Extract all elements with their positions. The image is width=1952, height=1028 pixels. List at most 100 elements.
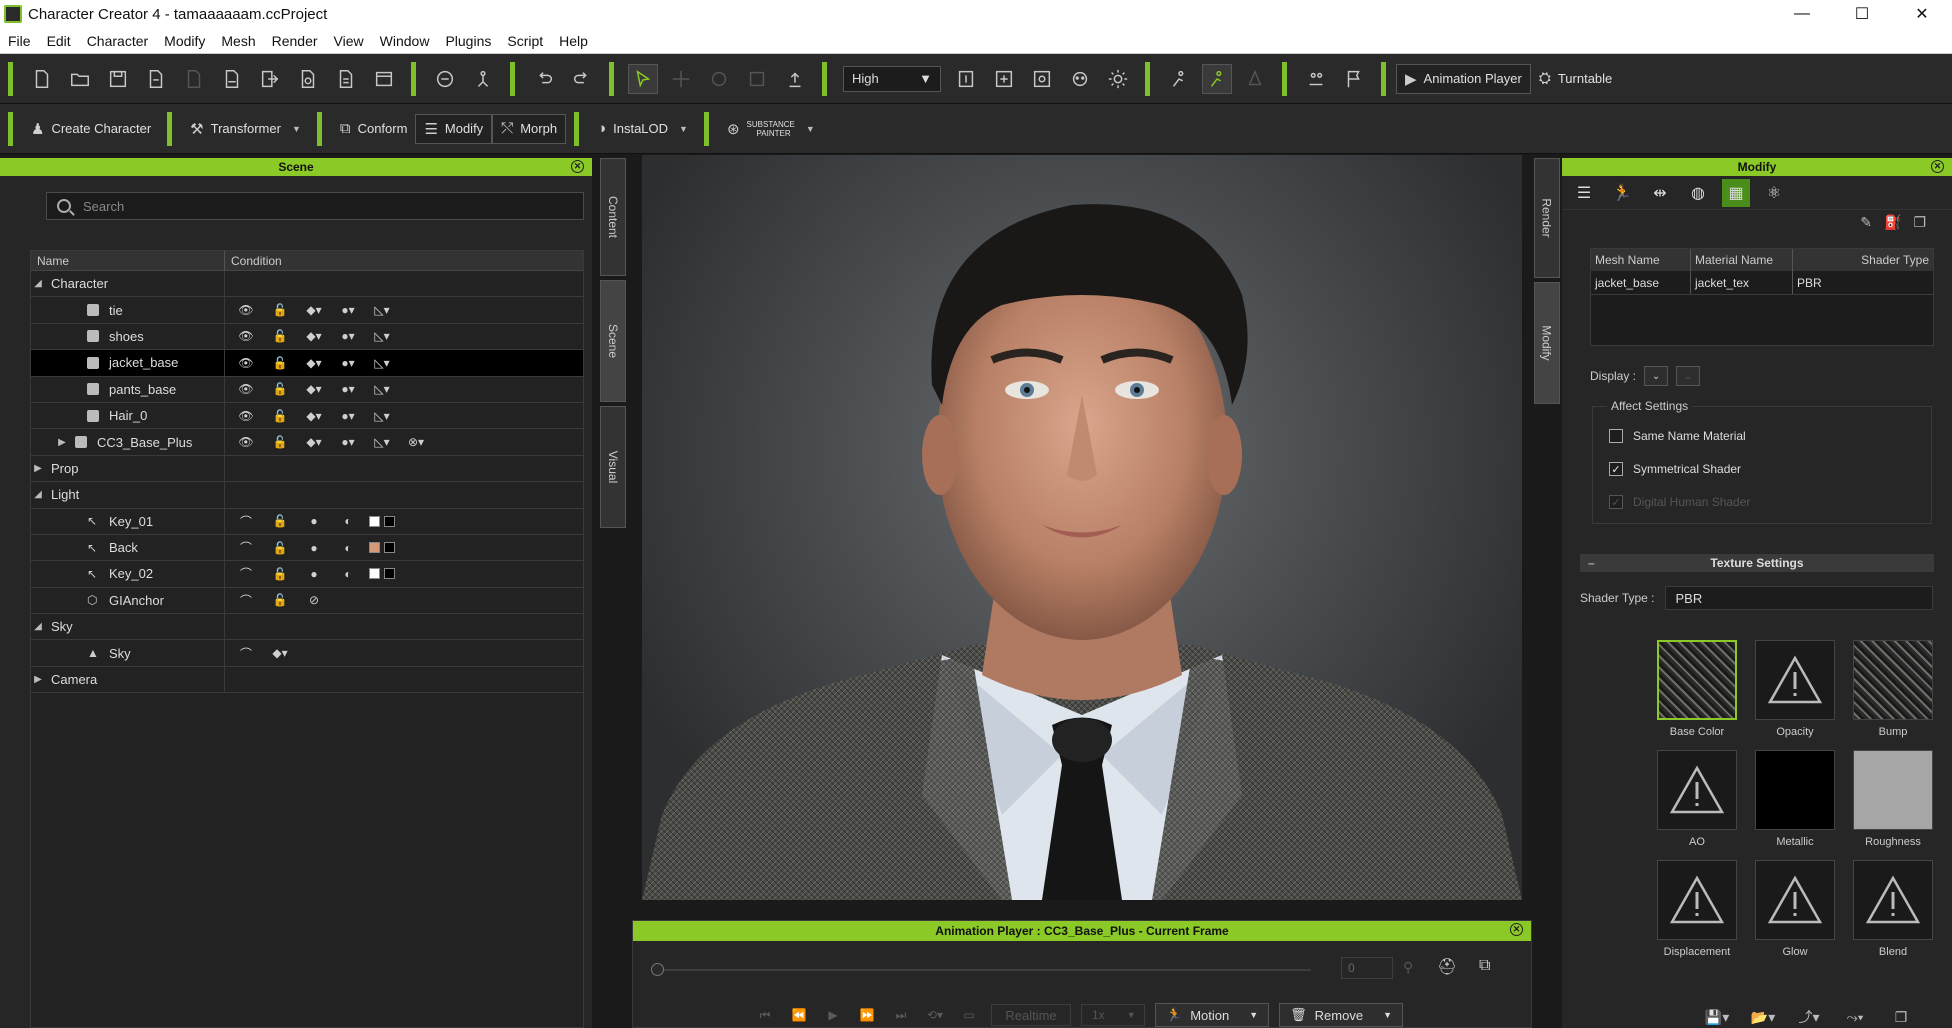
mesh-icon[interactable]: ◺▾ bbox=[365, 379, 399, 399]
collapse-icon[interactable]: ◢ bbox=[31, 621, 45, 632]
lock-icon[interactable]: 🔓 bbox=[263, 406, 297, 426]
appearance-icon[interactable]: ◍ bbox=[1684, 179, 1712, 207]
character-pose-icon[interactable] bbox=[468, 64, 498, 94]
shader-type-header[interactable]: Shader Type bbox=[1793, 249, 1933, 271]
light-on-icon[interactable]: ● bbox=[297, 511, 331, 531]
camera-fit-icon[interactable] bbox=[951, 64, 981, 94]
column-name-header[interactable]: Name bbox=[31, 251, 225, 270]
cube-icon[interactable]: ◆▾ bbox=[297, 406, 331, 426]
lock-icon[interactable]: 🔓 bbox=[263, 538, 297, 558]
skip-end-icon[interactable]: ⏭ bbox=[889, 1008, 913, 1023]
save-texture-icon[interactable]: 💾▾ bbox=[1702, 1006, 1732, 1028]
light-on-icon[interactable]: ● bbox=[297, 538, 331, 558]
mesh-icon[interactable]: ◺▾ bbox=[365, 300, 399, 320]
import-icon[interactable] bbox=[141, 64, 171, 94]
light-color-swatch[interactable] bbox=[365, 538, 399, 558]
eye-icon[interactable]: 👁 bbox=[229, 300, 263, 320]
tab-content[interactable]: Content bbox=[600, 158, 626, 276]
usd-export-icon[interactable] bbox=[217, 64, 247, 94]
instalod-button[interactable]: ◑ InstaLOD ▼ bbox=[589, 114, 696, 144]
texture-thumbnail[interactable] bbox=[1853, 750, 1933, 830]
lock-icon[interactable]: 🔓 bbox=[263, 353, 297, 373]
create-character-button[interactable]: ♟ Create Character bbox=[23, 114, 159, 144]
eye-icon[interactable]: 👁 bbox=[229, 353, 263, 373]
export-texture-icon[interactable]: ⤳▾ bbox=[1840, 1006, 1870, 1028]
tree-row-pants-base[interactable]: pants_base 👁 🔓 ◆▾ ●▾ ◺▾ bbox=[31, 376, 583, 403]
menu-character[interactable]: Character bbox=[79, 33, 156, 49]
maximize-button[interactable]: ☐ bbox=[1832, 0, 1892, 28]
physics-icon[interactable]: ⊗▾ bbox=[399, 432, 433, 452]
tree-row-camera[interactable]: ▶ Camera bbox=[31, 666, 583, 694]
remove-button[interactable]: 🗑 Remove ▼ bbox=[1279, 1003, 1403, 1027]
tree-row-shoes[interactable]: shoes 👁 🔓 ◆▾ ●▾ ◺▾ bbox=[31, 323, 583, 351]
texture-slot[interactable]: AO bbox=[1656, 750, 1738, 848]
expand-icon[interactable]: ▶ bbox=[55, 437, 69, 448]
export-icon[interactable] bbox=[255, 64, 285, 94]
visibility-toggle-icon[interactable]: ⌒ bbox=[229, 511, 263, 531]
texture-thumbnail[interactable] bbox=[1657, 860, 1737, 940]
bone-icon[interactable] bbox=[1240, 64, 1270, 94]
step-back-icon[interactable]: ⏪ bbox=[787, 1008, 811, 1022]
new-file-icon[interactable] bbox=[27, 64, 57, 94]
eyedropper-icon[interactable]: ✎ bbox=[1860, 214, 1872, 231]
3d-viewport[interactable] bbox=[642, 155, 1522, 900]
motion-button[interactable]: 🏃 Motion ▼ bbox=[1155, 1003, 1270, 1027]
rotate-icon[interactable] bbox=[704, 64, 734, 94]
tree-row-cc3-base-plus[interactable]: ▶ CC3_Base_Plus 👁 🔓 ◆▾ ●▾ ◺▾ ⊗▾ bbox=[31, 429, 583, 456]
eye-icon[interactable]: 👁 bbox=[229, 406, 263, 426]
material-checker-icon[interactable]: ▦ bbox=[1722, 178, 1750, 207]
mesh-icon[interactable]: ◺▾ bbox=[365, 432, 399, 452]
minimize-button[interactable]: — bbox=[1772, 0, 1832, 28]
menu-edit[interactable]: Edit bbox=[39, 33, 79, 49]
light-color-swatch[interactable] bbox=[365, 564, 399, 584]
lock-icon[interactable]: 🔓 bbox=[263, 300, 297, 320]
skin-weight-icon[interactable]: ⇹ bbox=[1646, 179, 1674, 207]
material-name-header[interactable]: Material Name bbox=[1691, 249, 1793, 271]
collapse-icon[interactable]: ◢ bbox=[31, 489, 45, 500]
tree-row-prop[interactable]: ▶ Prop bbox=[31, 455, 583, 483]
sphere-icon[interactable]: ●▾ bbox=[331, 326, 365, 346]
texture-thumbnail[interactable] bbox=[1853, 860, 1933, 940]
shadow-icon[interactable]: ◐ bbox=[331, 538, 365, 558]
texture-slot[interactable]: Displacement bbox=[1656, 860, 1738, 958]
select-arrow-icon[interactable] bbox=[628, 63, 658, 94]
visibility-toggle-icon[interactable]: ⌒ bbox=[229, 590, 263, 610]
tree-row-sky-group[interactable]: ◢ Sky bbox=[31, 614, 583, 641]
turntable-button[interactable]: ⛭ Turntable bbox=[1531, 64, 1620, 94]
pose-icon[interactable]: 🏃 bbox=[1608, 179, 1636, 207]
frame-input[interactable]: 0 bbox=[1341, 957, 1393, 979]
texture-thumbnail[interactable] bbox=[1755, 640, 1835, 720]
tree-row-gianchor[interactable]: ⬡ GIAnchor ⌒ 🔓 ⊘ bbox=[31, 587, 583, 615]
texture-thumbnail[interactable] bbox=[1755, 750, 1835, 830]
mesh-icon[interactable]: ◺▾ bbox=[365, 406, 399, 426]
close-icon[interactable]: ✕ bbox=[1510, 923, 1523, 936]
fbx-export-icon[interactable] bbox=[331, 64, 361, 94]
cube-icon[interactable]: ◆▾ bbox=[263, 643, 297, 663]
cube-icon[interactable]: ◆▾ bbox=[297, 432, 331, 452]
texture-slot[interactable]: Metallic bbox=[1754, 750, 1836, 848]
project-settings-icon[interactable] bbox=[369, 64, 399, 94]
zoom-extent-icon[interactable] bbox=[989, 64, 1019, 94]
cube-icon[interactable]: ◆▾ bbox=[297, 379, 331, 399]
skip-start-icon[interactable]: ⏮ bbox=[753, 1008, 777, 1023]
menu-window[interactable]: Window bbox=[372, 33, 438, 49]
column-condition-header[interactable]: Condition bbox=[225, 251, 282, 270]
texture-thumbnail[interactable] bbox=[1755, 860, 1835, 940]
frame-selected-icon[interactable] bbox=[1027, 64, 1057, 94]
menu-plugins[interactable]: Plugins bbox=[437, 33, 499, 49]
paint-bucket-icon[interactable]: ⛽ bbox=[1884, 214, 1901, 231]
shadow-icon[interactable]: ◐ bbox=[331, 511, 365, 531]
light-icon[interactable] bbox=[1103, 64, 1133, 94]
close-icon[interactable]: ✕ bbox=[1931, 160, 1944, 173]
eye-icon[interactable]: 👁 bbox=[229, 379, 263, 399]
menu-render[interactable]: Render bbox=[264, 33, 326, 49]
speed-select[interactable]: 1x ▼ bbox=[1081, 1004, 1145, 1026]
lock-icon[interactable]: 🔓 bbox=[263, 326, 297, 346]
face-view-icon[interactable] bbox=[1065, 64, 1095, 94]
tree-row-key-01[interactable]: ↖ Key_01 ⌒ 🔓 ● ◐ bbox=[31, 508, 583, 535]
save-icon[interactable] bbox=[103, 64, 133, 94]
close-button[interactable]: ✕ bbox=[1892, 0, 1952, 28]
undo-icon[interactable] bbox=[529, 64, 559, 94]
range-icon[interactable]: ▭ bbox=[957, 1008, 981, 1022]
close-icon[interactable]: ✕ bbox=[571, 160, 584, 173]
